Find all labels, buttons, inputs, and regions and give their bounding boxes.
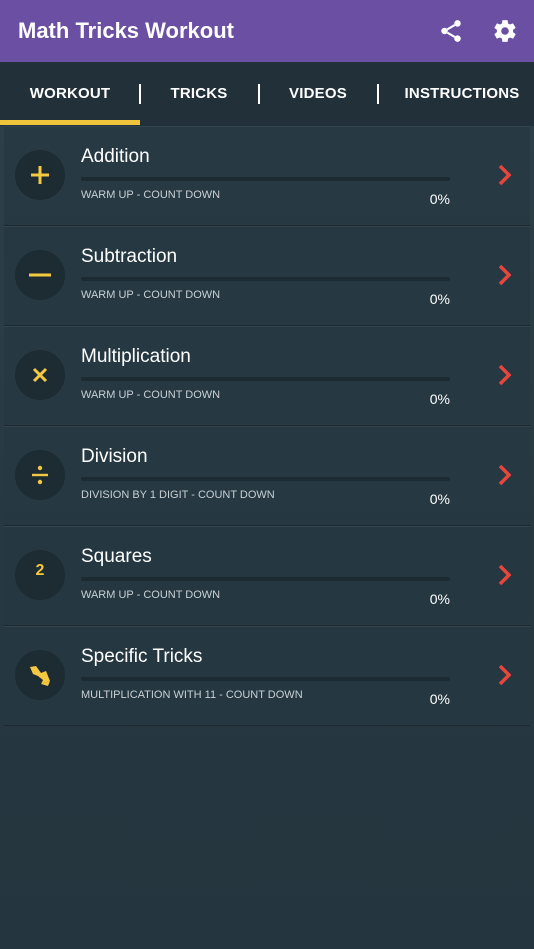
item-percent: 0% — [429, 291, 450, 307]
chevron-right-icon — [498, 264, 512, 286]
app-title: Math Tricks Workout — [18, 18, 234, 43]
tab-bar: WORKOUT TRICKS VIDEOS INSTRUCTIONS — [0, 62, 534, 126]
workout-list: Addition WARM UP - COUNT DOWN 0% Subtrac… — [0, 126, 534, 949]
tab-workout[interactable]: WORKOUT — [0, 62, 140, 124]
workout-item-specific-tricks[interactable]: Specific Tricks MULTIPLICATION WITH 11 -… — [4, 626, 530, 726]
item-percent: 0% — [429, 391, 450, 407]
divide-icon — [15, 450, 65, 500]
workout-item-subtraction[interactable]: Subtraction WARM UP - COUNT DOWN 0% — [4, 226, 530, 326]
share-icon — [441, 20, 461, 42]
tab-tricks[interactable]: TRICKS — [140, 62, 258, 124]
progress-bar — [81, 277, 450, 281]
workout-item-squares[interactable]: 2 Squares WARM UP - COUNT DOWN 0% — [4, 526, 530, 626]
progress-bar — [81, 577, 450, 581]
item-subtitle: WARM UP - COUNT DOWN — [81, 389, 221, 401]
item-subtitle: DIVISION BY 1 DIGIT - COUNT DOWN — [81, 489, 275, 501]
progress-bar — [81, 377, 450, 381]
item-title: Squares — [81, 546, 152, 567]
share-button[interactable] — [436, 16, 466, 46]
tab-instructions[interactable]: INSTRUCTIONS — [390, 62, 534, 124]
item-percent: 0% — [429, 691, 450, 707]
item-title: Specific Tricks — [81, 646, 203, 667]
progress-bar — [81, 177, 450, 181]
chevron-right-icon — [498, 464, 512, 486]
times-icon — [15, 350, 65, 400]
squares-icon-text: 2 — [35, 562, 45, 579]
chevron-right-icon — [498, 364, 512, 386]
item-title: Multiplication — [81, 346, 191, 367]
tab-tricks-label: TRICKS — [170, 84, 228, 102]
workout-item-addition[interactable]: Addition WARM UP - COUNT DOWN 0% — [4, 126, 530, 226]
item-title: Addition — [81, 146, 150, 167]
squares-icon: 2 — [15, 550, 65, 600]
app-bar: Math Tricks Workout — [0, 0, 534, 62]
chevron-right-icon — [498, 664, 512, 686]
item-title: Division — [81, 446, 148, 467]
tab-videos-label: VIDEOS — [289, 84, 347, 102]
tab-workout-label: WORKOUT — [29, 84, 111, 102]
item-percent: 0% — [429, 491, 450, 507]
chevron-right-icon — [498, 564, 512, 586]
workout-item-multiplication[interactable]: Multiplication WARM UP - COUNT DOWN 0% — [4, 326, 530, 426]
item-subtitle: WARM UP - COUNT DOWN — [81, 289, 221, 301]
plus-icon — [15, 150, 65, 200]
progress-bar — [81, 677, 450, 681]
item-subtitle: WARM UP - COUNT DOWN — [81, 189, 221, 201]
tricks-icon — [15, 650, 65, 700]
item-percent: 0% — [429, 191, 450, 207]
selected-tab-indicator — [0, 120, 140, 125]
item-percent: 0% — [429, 591, 450, 607]
minus-icon — [15, 250, 65, 300]
tab-videos[interactable]: VIDEOS — [259, 62, 377, 124]
gear-icon — [494, 20, 516, 42]
settings-button[interactable] — [490, 16, 520, 46]
item-subtitle: MULTIPLICATION WITH 11 - COUNT DOWN — [81, 689, 303, 701]
chevron-right-icon — [498, 164, 512, 186]
tab-instructions-label: INSTRUCTIONS — [404, 84, 520, 102]
item-subtitle: WARM UP - COUNT DOWN — [81, 589, 221, 601]
tab-divider — [377, 84, 379, 104]
item-title: Subtraction — [81, 246, 178, 267]
progress-bar — [81, 477, 450, 481]
workout-item-division[interactable]: Division DIVISION BY 1 DIGIT - COUNT DOW… — [4, 426, 530, 526]
